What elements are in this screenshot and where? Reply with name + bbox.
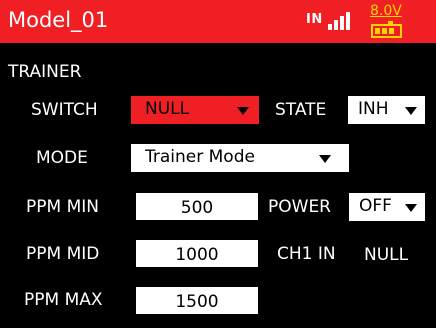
ppm-min-value: 500	[180, 198, 214, 218]
ppm-min-label: PPM MIN	[26, 197, 99, 217]
chevron-down-icon	[405, 107, 417, 115]
title-bar: Model_01 IN 8.0V	[0, 0, 436, 43]
power-dropdown[interactable]: OFF	[349, 193, 425, 221]
battery-voltage: 8.0V	[370, 3, 402, 19]
switch-label: SWITCH	[31, 100, 98, 120]
signal-strength-icon: IN	[306, 9, 350, 33]
battery-cell	[382, 28, 387, 34]
power-value: OFF	[359, 196, 392, 216]
ppm-mid-value: 1000	[175, 245, 219, 265]
battery-icon	[371, 24, 402, 38]
signal-bar	[346, 12, 350, 30]
ppm-mid-field[interactable]: 1000	[136, 240, 258, 267]
chevron-down-icon	[405, 204, 417, 212]
state-value: INH	[358, 99, 389, 119]
ch1-in-value: NULL	[364, 245, 409, 265]
battery-cell	[375, 28, 380, 34]
section-title: TRAINER	[8, 62, 82, 82]
chevron-down-icon	[319, 155, 331, 163]
ppm-max-label: PPM MAX	[24, 290, 103, 310]
battery-cell	[389, 28, 394, 34]
mode-label: MODE	[36, 148, 88, 168]
signal-bar	[340, 16, 344, 30]
signal-bar	[334, 20, 338, 30]
signal-label: IN	[306, 12, 323, 27]
state-label: STATE	[275, 100, 327, 120]
ppm-max-field[interactable]: 1500	[136, 287, 258, 314]
mode-dropdown[interactable]: Trainer Mode	[131, 144, 349, 172]
model-name: Model_01	[8, 8, 109, 32]
mode-value: Trainer Mode	[145, 147, 255, 167]
ppm-mid-label: PPM MID	[26, 244, 100, 264]
state-dropdown[interactable]: INH	[348, 96, 425, 124]
switch-dropdown[interactable]: NULL	[131, 96, 259, 124]
signal-bar	[328, 24, 332, 30]
switch-value: NULL	[145, 99, 190, 119]
chevron-down-icon	[237, 107, 249, 115]
power-label: POWER	[268, 197, 331, 217]
ppm-max-value: 1500	[175, 292, 219, 312]
ppm-min-field[interactable]: 500	[136, 193, 258, 220]
ch1-in-label: CH1 IN	[277, 244, 336, 264]
